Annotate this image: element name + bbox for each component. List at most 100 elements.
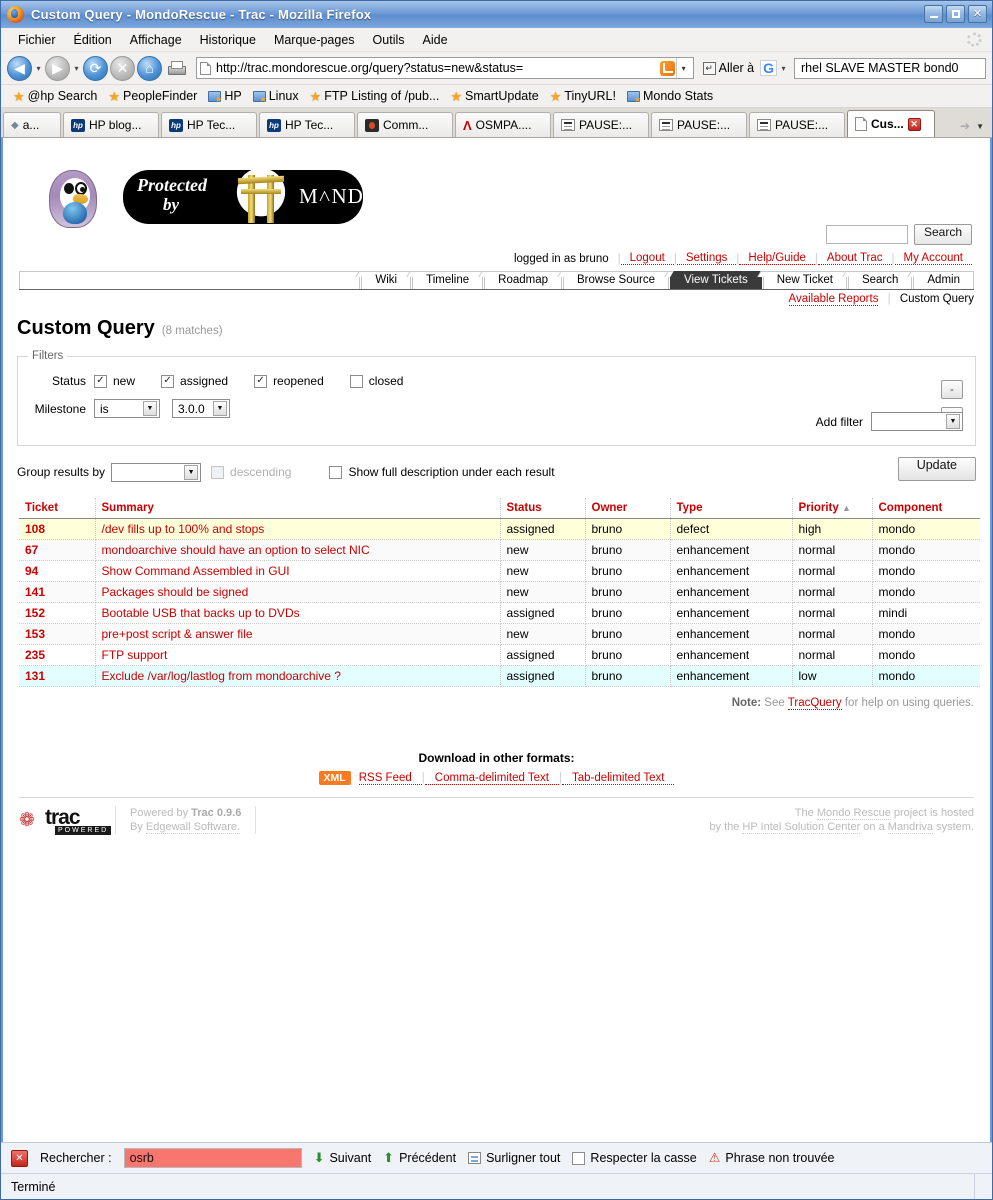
group-by-select[interactable]: ▼ <box>111 462 202 482</box>
hp-intel-solution-center-link[interactable]: HP Intel Solution Center <box>742 821 861 834</box>
tab-close-icon[interactable]: ✕ <box>907 117 921 131</box>
cell-summary[interactable]: /dev fills up to 100% and stops <box>95 518 501 540</box>
milestone-operator-select[interactable]: is ▼ <box>94 399 160 418</box>
metanav-help-guide[interactable]: Help/Guide <box>739 252 815 265</box>
cell-summary[interactable]: Bootable USB that backs up to DVDs <box>95 602 501 624</box>
status-checkbox-new[interactable]: ✓ new <box>94 374 135 388</box>
back-button-icon[interactable]: ◀ <box>7 55 32 81</box>
close-icon[interactable]: ✕ <box>11 1149 28 1167</box>
forward-button-icon[interactable]: ▶ <box>45 55 70 81</box>
print-button-icon[interactable] <box>166 60 186 76</box>
checkbox-icon[interactable] <box>572 1151 586 1165</box>
highlight-all-button[interactable]: Surligner tout <box>468 1151 560 1165</box>
go-button[interactable]: ↵ Aller à <box>699 61 758 75</box>
cell-ticket[interactable]: 131 <box>19 665 96 687</box>
table-row[interactable]: 94 Show Command Assembled in GUI new bru… <box>19 560 980 582</box>
bookmark-linux[interactable]: Linux <box>252 89 299 104</box>
show-description-checkbox[interactable]: Show full description under each result <box>329 465 555 479</box>
checkbox-icon[interactable] <box>349 374 363 388</box>
menu-aide[interactable]: Aide <box>414 30 457 50</box>
tab-scroll-right-icon[interactable]: ➔ <box>960 119 970 133</box>
column-header-type[interactable]: Type <box>670 498 793 519</box>
table-row[interactable]: 141 Packages should be signed new bruno … <box>19 581 980 603</box>
download-rss-feed[interactable]: RSS Feed <box>358 772 422 785</box>
column-header-priority[interactable]: Priority ▲ <box>792 498 873 519</box>
bookmark-hp[interactable]: HP <box>208 89 242 104</box>
status-checkbox-closed[interactable]: closed <box>349 374 403 388</box>
maximize-button[interactable] <box>946 5 965 23</box>
cell-ticket[interactable]: 152 <box>19 602 96 624</box>
status-checkbox-assigned[interactable]: ✓ assigned <box>161 374 228 388</box>
metanav-my-account[interactable]: My Account <box>894 252 972 265</box>
protected-by-mondo-logo[interactable]: Protected by M˄NDO <box>123 170 363 224</box>
find-previous-button[interactable]: ⬆ Précédent <box>383 1150 456 1166</box>
cell-ticket[interactable]: 141 <box>19 581 96 603</box>
metanav-about-trac[interactable]: About Trac <box>817 252 892 265</box>
search-input[interactable]: rhel SLAVE MASTER bond0 <box>794 57 986 79</box>
nav-item-browse-source[interactable]: Browse Source <box>563 271 669 289</box>
tab-hp-tec-1[interactable]: hp HP Tec... <box>161 112 257 137</box>
column-header-ticket[interactable]: Ticket <box>19 498 96 519</box>
bookmark-hp-search[interactable]: ★ @hp Search <box>13 89 97 103</box>
search-engine-dropdown-icon[interactable]: ▾ <box>779 64 788 73</box>
column-header-summary[interactable]: Summary <box>95 498 501 519</box>
nav-item-roadmap[interactable]: Roadmap <box>484 271 563 289</box>
mondorescue-penguin-logo-icon[interactable] <box>43 164 105 232</box>
checkbox-icon[interactable]: ✓ <box>161 374 175 388</box>
cell-ticket[interactable]: 153 <box>19 623 96 645</box>
subnav-available-reports[interactable]: Available Reports <box>788 293 879 306</box>
url-dropdown-icon[interactable]: ▾ <box>675 58 691 78</box>
menu-affichage[interactable]: Affichage <box>121 30 191 50</box>
chevron-down-icon[interactable]: ▼ <box>184 464 199 480</box>
home-button-icon[interactable]: ⌂ <box>137 55 162 81</box>
tab-comm[interactable]: Comm... <box>357 112 453 137</box>
download-tab-delimited[interactable]: Tab-delimited Text <box>561 772 675 785</box>
add-filter-select[interactable]: ▼ <box>871 412 963 431</box>
tab-list-dropdown-icon[interactable]: ▼ <box>976 122 984 131</box>
tab-osmpa[interactable]: Λ OSMPA.... <box>455 112 551 137</box>
url-bar[interactable]: http://trac.mondorescue.org/query?status… <box>196 57 694 79</box>
cell-summary[interactable]: Show Command Assembled in GUI <box>95 560 501 582</box>
chevron-down-icon[interactable]: ▼ <box>213 401 227 416</box>
table-row[interactable]: 131 Exclude /var/log/lastlog from mondoa… <box>19 665 980 687</box>
chevron-down-icon[interactable]: ▼ <box>946 414 960 429</box>
remove-status-filter-button[interactable]: - <box>941 380 963 399</box>
table-row[interactable]: 152 Bootable USB that backs up to DVDs a… <box>19 602 980 624</box>
reload-button-icon[interactable]: ⟳ <box>83 55 108 81</box>
trac-powered-logo[interactable]: ❁ trac POWERED <box>19 806 112 836</box>
edgewall-link[interactable]: Edgewall Software. <box>145 821 241 834</box>
xml-badge-icon[interactable]: XML <box>318 771 351 785</box>
tab-pause-2[interactable]: PAUSE:... <box>651 112 747 137</box>
checkbox-icon[interactable] <box>329 465 343 479</box>
tab-hp-blog[interactable]: hp HP blog... <box>63 112 159 137</box>
nav-item-wiki[interactable]: Wiki <box>361 271 412 289</box>
cell-ticket[interactable]: 67 <box>19 539 96 561</box>
forward-history-dropdown-icon[interactable]: ▾ <box>72 64 81 73</box>
tracquery-link[interactable]: TracQuery <box>787 697 842 710</box>
nav-item-admin[interactable]: Admin <box>913 271 974 289</box>
bookmark-tinyurl[interactable]: ★ TinyURL! <box>550 89 616 103</box>
cell-ticket[interactable]: 94 <box>19 560 96 582</box>
rss-feed-icon[interactable] <box>659 60 675 76</box>
google-icon[interactable]: G <box>760 60 777 76</box>
back-history-dropdown-icon[interactable]: ▾ <box>34 64 43 73</box>
tab-pause-1[interactable]: PAUSE:... <box>553 112 649 137</box>
bookmark-mondo-stats[interactable]: Mondo Stats <box>626 89 713 104</box>
cell-summary[interactable]: Packages should be signed <box>95 581 501 603</box>
menu-outils[interactable]: Outils <box>364 30 414 50</box>
site-search-button[interactable]: Search <box>913 224 972 245</box>
minimize-button[interactable] <box>924 5 943 23</box>
nav-item-new-ticket[interactable]: New Ticket <box>762 271 847 289</box>
cell-summary[interactable]: Exclude /var/log/lastlog from mondoarchi… <box>95 665 501 687</box>
table-row[interactable]: 235 FTP support assigned bruno enhanceme… <box>19 644 980 666</box>
find-next-button[interactable]: ⬇ Suivant <box>314 1150 372 1166</box>
column-header-status[interactable]: Status <box>500 498 586 519</box>
table-row[interactable]: 153 pre+post script & answer file new br… <box>19 623 980 645</box>
column-header-owner[interactable]: Owner <box>585 498 671 519</box>
table-row[interactable]: 108 /dev fills up to 100% and stops assi… <box>19 518 980 540</box>
bookmark-smartupdate[interactable]: ★ SmartUpdate <box>450 89 538 103</box>
metanav-settings[interactable]: Settings <box>676 252 737 265</box>
download-comma-delimited[interactable]: Comma-delimited Text <box>424 772 559 785</box>
cell-ticket[interactable]: 108 <box>19 518 96 540</box>
menu-edition[interactable]: Édition <box>65 30 121 50</box>
